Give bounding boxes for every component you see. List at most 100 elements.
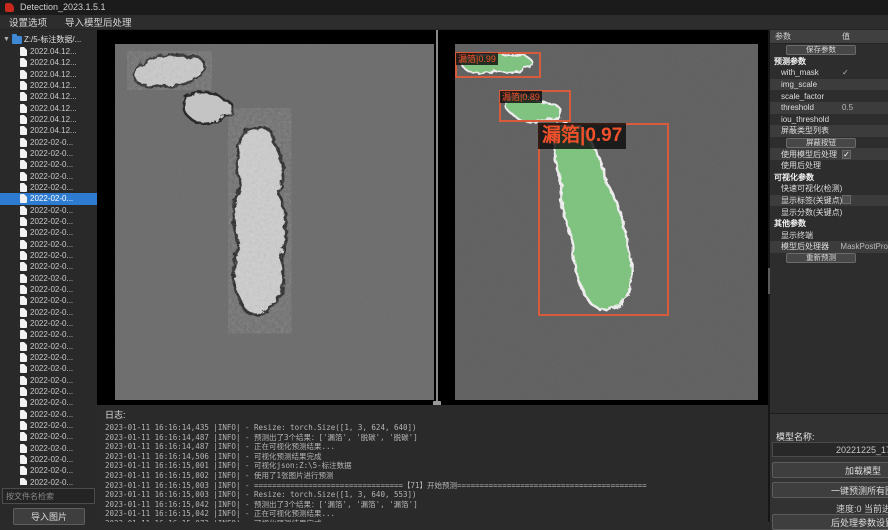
file-tree-item[interactable]: 2022-02-0... (0, 148, 97, 159)
param-row-iou_threshold[interactable]: iou_threshold (770, 114, 888, 126)
file-tree-item[interactable]: 2022-02-0... (0, 352, 97, 363)
param-value[interactable]: ✓ (842, 150, 851, 159)
file-tree-item[interactable]: 2022-02-0... (0, 216, 97, 227)
file-label: 2022.04.12... (30, 70, 77, 79)
file-tree-item[interactable]: 2022-02-0... (0, 205, 97, 216)
file-tree-item[interactable]: 2022.04.12... (0, 69, 97, 80)
file-tree-item[interactable]: 2022-02-0... (0, 227, 97, 238)
param-row-快速可视化(检测)[interactable]: 快速可视化(检测) (770, 183, 888, 195)
folder-icon (12, 36, 22, 44)
param-button-保存参数[interactable]: 保存参数 (786, 45, 856, 55)
file-tree-item[interactable]: 2022-02-0... (0, 397, 97, 408)
file-list: 2022.04.12...2022.04.12...2022.04.12...2… (0, 46, 97, 485)
param-button-屏蔽按钮[interactable]: 屏蔽按钮 (786, 138, 856, 148)
prediction-image[interactable]: 漏箔|0.99 漏箔|0.89 漏箔|0.97 (455, 44, 758, 400)
file-tree-item[interactable]: 2022-02-0... (0, 239, 97, 250)
menu-item-设置选项[interactable]: 设置选项 (9, 15, 47, 29)
predict-all-button[interactable]: 一键预测所有图片 (772, 482, 888, 498)
file-label: 2022-02-0... (30, 376, 73, 385)
file-tree-item[interactable]: 2022.04.12... (0, 91, 97, 102)
file-icon (20, 455, 27, 464)
file-tree-item[interactable]: 2022-02-0... (0, 250, 97, 261)
file-tree-item[interactable]: 2022-02-0... (0, 442, 97, 453)
file-tree-item[interactable]: 2022-02-0... (0, 159, 97, 170)
param-row-模型后处理器[interactable]: 模型后处理器MaskPostPro (770, 241, 888, 253)
checkbox-checked[interactable]: ✓ (842, 150, 851, 159)
file-tree-item[interactable]: 2022-02-0... (0, 329, 97, 340)
search-input[interactable] (2, 488, 95, 504)
file-tree-item[interactable]: 2022-02-0... (0, 318, 97, 329)
param-button-重新预测[interactable]: 重新预测 (786, 253, 856, 263)
file-icon (20, 47, 27, 56)
file-tree-item[interactable]: 2022-02-0... (0, 465, 97, 476)
file-icon (20, 172, 27, 181)
file-tree-item[interactable]: 2022-02-0... (0, 386, 97, 397)
param-section-预测参数: 预测参数 (770, 56, 888, 68)
param-value[interactable]: 0.5 (842, 103, 853, 112)
file-tree-item[interactable]: 2022-02-0... (0, 375, 97, 386)
file-tree-item[interactable]: 2022.04.12... (0, 103, 97, 114)
file-icon (20, 353, 27, 362)
param-row-使用后处理[interactable]: 使用后处理 (770, 160, 888, 172)
file-tree-item[interactable]: 2022.04.12... (0, 57, 97, 68)
file-tree-item[interactable]: 2022-02-0... (0, 454, 97, 465)
file-tree-item[interactable]: 2022-02-0... (0, 137, 97, 148)
load-model-button[interactable]: 加载模型 (772, 462, 888, 478)
file-label: 2022-02-0... (30, 183, 73, 192)
param-row-img_scale[interactable]: img_scale (770, 79, 888, 91)
param-value[interactable]: MaskPostPro (840, 242, 888, 251)
tree-root-folder[interactable]: ▼ Z:/5-标注数据/... (0, 33, 97, 46)
file-tree-item[interactable]: 2022-02-0... (0, 171, 97, 182)
postprocess-settings-button[interactable]: 后处理参数设置 (772, 514, 888, 530)
file-label: 2022.04.12... (30, 81, 77, 90)
file-tree-item[interactable]: 2022-02-0... (0, 261, 97, 272)
file-icon (20, 342, 27, 351)
file-tree-item[interactable]: 2022-02-0... (0, 431, 97, 442)
file-tree-item[interactable]: 2022.04.12... (0, 114, 97, 125)
file-tree-item[interactable]: 2022-02-0... (0, 341, 97, 352)
file-tree-item[interactable]: 2022-02-0... (0, 273, 97, 284)
file-icon (20, 285, 27, 294)
file-panel: ▼ Z:/5-标注数据/... 2022.04.12...2022.04.12.… (0, 30, 97, 522)
file-tree-item[interactable]: 2022.04.12... (0, 80, 97, 91)
param-row-scale_factor[interactable]: scale_factor (770, 90, 888, 102)
param-value[interactable] (842, 195, 851, 206)
file-tree-item[interactable]: 2022-02-0... (0, 409, 97, 420)
file-tree-item[interactable]: 2022-02-0... (0, 193, 97, 204)
import-images-button[interactable]: 导入图片 (13, 508, 85, 525)
file-tree-item[interactable]: 2022-02-0... (0, 363, 97, 374)
original-image[interactable] (115, 44, 434, 400)
menu-item-导入模型后处理[interactable]: 导入模型后处理 (65, 15, 132, 29)
param-row-屏蔽类型列表[interactable]: 屏蔽类型列表 (770, 125, 888, 137)
file-tree-item[interactable]: 2022-02-0... (0, 295, 97, 306)
file-label: 2022-02-0... (30, 410, 73, 419)
file-tree-item[interactable]: 2022-02-0... (0, 420, 97, 431)
file-tree-item[interactable]: 2022-02-0... (0, 284, 97, 295)
file-tree-item[interactable]: 2022-02-0... (0, 476, 97, 485)
file-tree-item[interactable]: 2022-02-0... (0, 182, 97, 193)
param-row-with_mask[interactable]: with_mask✓ (770, 67, 888, 79)
params-column-value: 值 (842, 31, 850, 42)
param-row-使用模型后处理[interactable]: 使用模型后处理✓ (770, 148, 888, 160)
checkbox-unchecked[interactable] (842, 195, 851, 204)
file-tree-item[interactable]: 2022.04.12... (0, 46, 97, 57)
param-row-threshold[interactable]: threshold0.5 (770, 102, 888, 114)
detection-label-1: 漏箔|0.99 (456, 53, 498, 65)
param-row-显示分数(关键点)[interactable]: 显示分数(关键点) (770, 206, 888, 218)
file-tree-item[interactable]: 2022.04.12... (0, 125, 97, 136)
file-icon (20, 160, 27, 169)
file-tree-item[interactable]: 2022-02-0... (0, 307, 97, 318)
caret-down-icon[interactable]: ▼ (3, 36, 10, 43)
log-line: 2023-01-11 16:16:14,506 |INFO| - 可视化预测结果… (105, 452, 768, 462)
param-row-显示标签(关键点)[interactable]: 显示标签(关键点) (770, 195, 888, 207)
viewer-splitter[interactable] (436, 30, 438, 405)
file-icon (20, 330, 27, 339)
model-name-field[interactable]: 20221225_174813 (772, 442, 888, 457)
file-icon (20, 126, 27, 135)
checkmark-icon[interactable]: ✓ (842, 68, 849, 77)
file-label: 2022-02-0... (30, 353, 73, 362)
log-panel[interactable]: 日志: 2023-01-11 16:16:14,435 |INFO| - Res… (97, 405, 768, 522)
param-label: scale_factor (770, 92, 842, 101)
file-label: 2022-02-0... (30, 455, 73, 464)
param-row-显示终端[interactable]: 显示终端 (770, 230, 888, 242)
